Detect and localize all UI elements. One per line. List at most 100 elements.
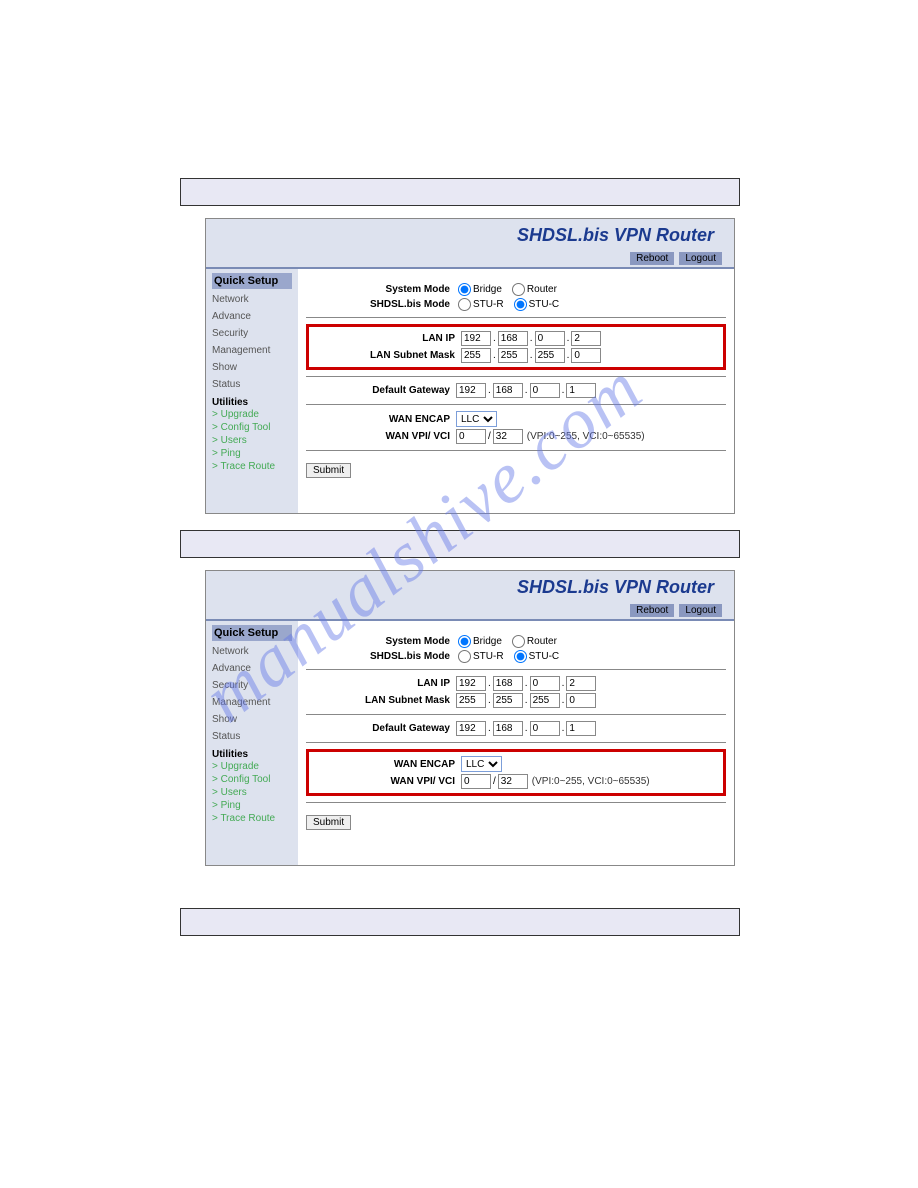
sidebar-sub-ping-2[interactable]: > Ping [212, 799, 292, 812]
gateway-4[interactable] [566, 383, 596, 398]
gateway-2-2[interactable] [493, 721, 523, 736]
subnet-4-2[interactable] [566, 693, 596, 708]
subnet-3[interactable] [535, 348, 565, 363]
lan-ip-label: LAN IP [311, 333, 461, 344]
shdsl-stuc-radio[interactable] [514, 298, 527, 311]
vpi-input-2[interactable] [461, 774, 491, 789]
subnet-label-2: LAN Subnet Mask [306, 695, 456, 706]
sidebar-item-advance[interactable]: Advance [212, 308, 292, 325]
shdsl-mode-label: SHDSL.bis Mode [306, 299, 456, 310]
gateway-2[interactable] [493, 383, 523, 398]
sidebar-item-network-2[interactable]: Network [212, 643, 292, 660]
content-area-2: System Mode Bridge Router SHDSL.bis Mode… [298, 621, 734, 865]
sidebar-item-quick-setup[interactable]: Quick Setup [212, 273, 292, 289]
content-area: System Mode Bridge Router SHDSL.bis Mode… [298, 269, 734, 513]
caption-box-3 [180, 908, 740, 936]
gateway-label: Default Gateway [306, 385, 456, 396]
gateway-3-2[interactable] [530, 721, 560, 736]
sidebar-utilities-head: Utilities [212, 393, 292, 408]
subnet-label: LAN Subnet Mask [311, 350, 461, 361]
gateway-label-2: Default Gateway [306, 723, 456, 734]
sidebar-item-quick-setup-2[interactable]: Quick Setup [212, 625, 292, 641]
system-mode-bridge-radio-2[interactable] [458, 635, 471, 648]
sidebar-utilities-head-2: Utilities [212, 745, 292, 760]
sidebar-item-management[interactable]: Management [212, 342, 292, 359]
encap-select-2[interactable]: LLC [461, 756, 502, 772]
router-screenshot-1: SHDSL.bis VPN Router Reboot Logout Quick… [205, 218, 735, 514]
vpi-input[interactable] [456, 429, 486, 444]
lan-ip-1[interactable] [461, 331, 491, 346]
shdsl-stur-label: STU-R [473, 299, 512, 310]
system-mode-router-radio[interactable] [512, 283, 525, 296]
system-mode-bridge-label-2: Bridge [473, 636, 510, 647]
sidebar-item-advance-2[interactable]: Advance [212, 660, 292, 677]
subnet-1[interactable] [461, 348, 491, 363]
sidebar-sub-upgrade[interactable]: > Upgrade [212, 408, 292, 421]
sidebar-item-show[interactable]: Show [212, 359, 292, 376]
reboot-button-2[interactable]: Reboot [630, 604, 674, 617]
submit-button-2[interactable]: Submit [306, 815, 351, 830]
vpivci-label-2: WAN VPI/ VCI [311, 776, 461, 787]
system-mode-router-label-2: Router [527, 636, 565, 647]
lan-ip-2-2[interactable] [493, 676, 523, 691]
lan-ip-3-2[interactable] [530, 676, 560, 691]
sidebar-item-security-2[interactable]: Security [212, 677, 292, 694]
submit-button[interactable]: Submit [306, 463, 351, 478]
sidebar-item-show-2[interactable]: Show [212, 711, 292, 728]
reboot-button[interactable]: Reboot [630, 252, 674, 265]
sidebar-sub-ping[interactable]: > Ping [212, 447, 292, 460]
shdsl-stuc-label: STU-C [529, 299, 568, 310]
sidebar-item-status-2[interactable]: Status [212, 728, 292, 745]
sidebar-item-management-2[interactable]: Management [212, 694, 292, 711]
shdsl-stuc-label-2: STU-C [529, 651, 568, 662]
sidebar-sub-configtool[interactable]: > Config Tool [212, 421, 292, 434]
subnet-2[interactable] [498, 348, 528, 363]
lan-ip-4[interactable] [571, 331, 601, 346]
logout-button-2[interactable]: Logout [679, 604, 722, 617]
vci-input-2[interactable] [498, 774, 528, 789]
lan-ip-1-2[interactable] [456, 676, 486, 691]
sidebar-sub-users[interactable]: > Users [212, 434, 292, 447]
sidebar-item-security[interactable]: Security [212, 325, 292, 342]
shdsl-stur-radio-2[interactable] [458, 650, 471, 663]
vci-input[interactable] [493, 429, 523, 444]
sidebar-sub-traceroute-2[interactable]: > Trace Route [212, 812, 292, 825]
shdsl-stur-label-2: STU-R [473, 651, 512, 662]
sidebar-sub-traceroute[interactable]: > Trace Route [212, 460, 292, 473]
encap-select[interactable]: LLC [456, 411, 497, 427]
caption-box-2 [180, 530, 740, 558]
router-header: SHDSL.bis VPN Router Reboot Logout [206, 219, 734, 269]
sidebar-sub-users-2[interactable]: > Users [212, 786, 292, 799]
subnet-2-2[interactable] [493, 693, 523, 708]
lan-ip-4-2[interactable] [566, 676, 596, 691]
sidebar-item-network[interactable]: Network [212, 291, 292, 308]
shdsl-stur-radio[interactable] [458, 298, 471, 311]
logout-button[interactable]: Logout [679, 252, 722, 265]
gateway-3[interactable] [530, 383, 560, 398]
wan-highlight-box: WAN ENCAP LLC WAN VPI/ VCI / (VPI:0~255,… [306, 749, 726, 796]
subnet-3-2[interactable] [530, 693, 560, 708]
subnet-1-2[interactable] [456, 693, 486, 708]
sidebar-sub-configtool-2[interactable]: > Config Tool [212, 773, 292, 786]
system-mode-label-2: System Mode [306, 636, 456, 647]
vpivci-note: (VPI:0~255, VCI:0~65535) [523, 431, 645, 442]
lan-highlight-box: LAN IP . . . LAN Subnet Mask . . . [306, 324, 726, 370]
lan-ip-3[interactable] [535, 331, 565, 346]
subnet-4[interactable] [571, 348, 601, 363]
sidebar-item-status[interactable]: Status [212, 376, 292, 393]
sidebar-sub-upgrade-2[interactable]: > Upgrade [212, 760, 292, 773]
system-mode-router-label: Router [527, 284, 565, 295]
system-mode-label: System Mode [306, 284, 456, 295]
gateway-1[interactable] [456, 383, 486, 398]
system-mode-router-radio-2[interactable] [512, 635, 525, 648]
gateway-1-2[interactable] [456, 721, 486, 736]
system-mode-bridge-radio[interactable] [458, 283, 471, 296]
router-header-2: SHDSL.bis VPN Router Reboot Logout [206, 571, 734, 621]
router-title: SHDSL.bis VPN Router [517, 225, 714, 246]
router-title-2: SHDSL.bis VPN Router [517, 577, 714, 598]
shdsl-mode-label-2: SHDSL.bis Mode [306, 651, 456, 662]
gateway-4-2[interactable] [566, 721, 596, 736]
shdsl-stuc-radio-2[interactable] [514, 650, 527, 663]
caption-box-1 [180, 178, 740, 206]
lan-ip-2[interactable] [498, 331, 528, 346]
